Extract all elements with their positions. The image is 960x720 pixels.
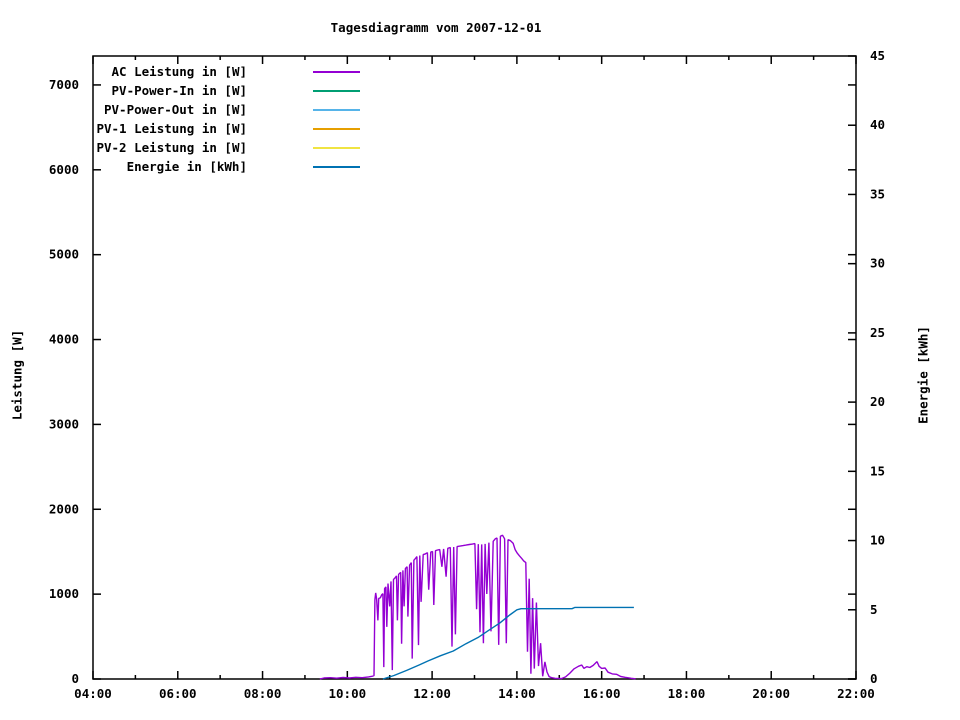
x-tick-label: 16:00 <box>583 686 621 701</box>
legend-entry-label: AC Leistung in [W] <box>112 64 247 79</box>
y2-tick-label: 30 <box>870 256 885 271</box>
y2-tick-label: 20 <box>870 394 885 409</box>
y-tick-label: 6000 <box>49 162 79 177</box>
legend-entry-label: PV-1 Leistung in [W] <box>96 121 247 136</box>
x-tick-label: 12:00 <box>413 686 451 701</box>
y-tick-label: 4000 <box>49 332 79 347</box>
y2-tick-label: 15 <box>870 463 885 478</box>
x-tick-label: 18:00 <box>668 686 706 701</box>
y2-tick-label: 45 <box>870 48 885 63</box>
y-tick-label: 7000 <box>49 77 79 92</box>
y2-tick-label: 5 <box>870 602 878 617</box>
legend-entry-label: PV-2 Leistung in [W] <box>96 140 247 155</box>
x-tick-label: 04:00 <box>74 686 112 701</box>
y2-tick-label: 10 <box>870 533 885 548</box>
y-tick-label: 0 <box>71 671 79 686</box>
x-tick-label: 06:00 <box>159 686 197 701</box>
legend-entry-label: PV-Power-In in [W] <box>112 83 247 98</box>
x-tick-label: 20:00 <box>752 686 790 701</box>
legend-entry-label: Energie in [kWh] <box>127 159 247 174</box>
y2-tick-label: 35 <box>870 186 885 201</box>
y-tick-label: 5000 <box>49 247 79 262</box>
legend-entry-label: PV-Power-Out in [W] <box>104 102 247 117</box>
y2-tick-label: 0 <box>870 671 878 686</box>
gnuplot-canvas: Tagesdiagramm vom 2007-12-01 Leistung [W… <box>0 0 960 720</box>
y-tick-label: 2000 <box>49 501 79 516</box>
y2-tick-label: 25 <box>870 325 885 340</box>
x-tick-label: 10:00 <box>329 686 367 701</box>
x-tick-label: 08:00 <box>244 686 282 701</box>
x-tick-label: 14:00 <box>498 686 536 701</box>
y-tick-label: 3000 <box>49 416 79 431</box>
y-tick-label: 1000 <box>49 586 79 601</box>
chart-plot-area: 04:00 06:00 08:00 10:00 12:00 14:00 16:00 18:00… <box>49 48 885 701</box>
series-energie-in-kwh- <box>382 606 634 680</box>
y2-tick-label: 40 <box>870 117 885 132</box>
x-tick-label: 22:00 <box>837 686 875 701</box>
